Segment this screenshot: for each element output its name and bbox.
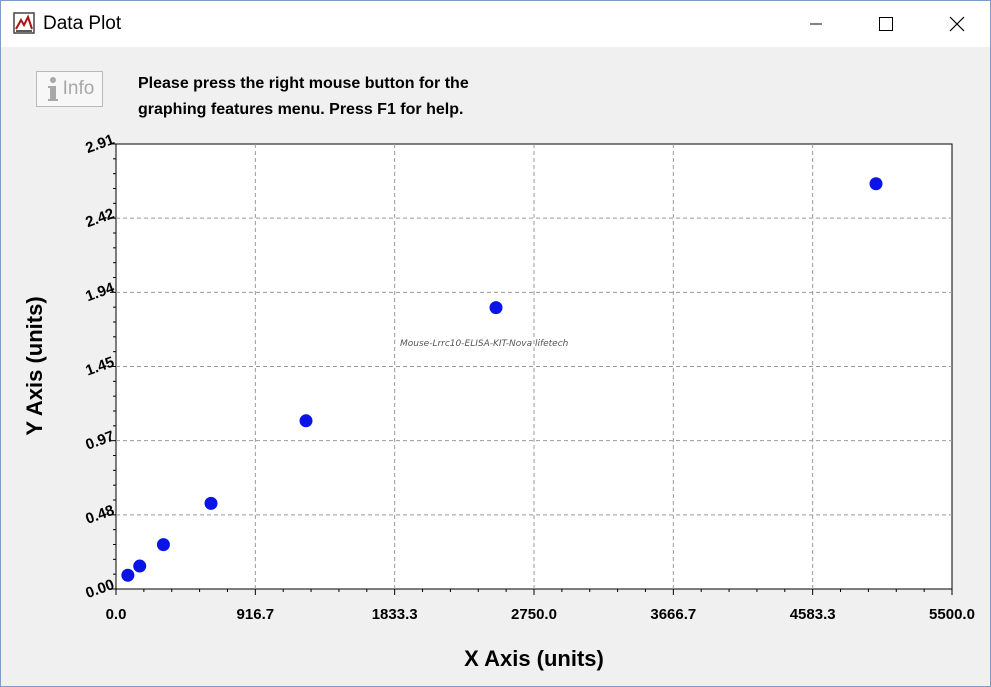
x-tick-label: 3666.7: [650, 606, 696, 623]
y-tick-labels: 0.00 0.48 0.97 1.45 1.94 2.42 2.91: [83, 131, 117, 602]
y-axis-title: Y Axis (units): [22, 296, 47, 435]
x-axis-title: X Axis (units): [464, 646, 604, 671]
data-point: [156, 538, 170, 552]
data-point: [869, 177, 883, 191]
y-tick-label: 0.48: [83, 502, 116, 528]
x-tick-label: 5500.0: [929, 606, 975, 623]
data-point: [299, 414, 313, 428]
x-tick-label: 0.0: [106, 606, 127, 623]
chart-annotation: Mouse-Lrrc10-ELISA-KIT-Nova lifetech: [400, 339, 569, 349]
data-point: [133, 559, 147, 573]
x-tick-label: 1833.3: [372, 606, 418, 623]
x-tick-label: 4583.3: [790, 606, 836, 623]
y-tick-label: 2.42: [83, 205, 116, 231]
y-tick-label: 0.00: [83, 576, 116, 602]
data-point: [121, 568, 135, 582]
x-tick-labels: 0.0 916.7 1833.3 2750.0 3666.7 4583.3 5500.0: [106, 606, 975, 623]
y-tick-label: 0.97: [83, 428, 116, 454]
data-point: [489, 301, 503, 315]
y-tick-label: 1.45: [83, 354, 116, 380]
y-tick-label: 2.91: [83, 131, 116, 157]
scatter-plot[interactable]: 0.0 916.7 1833.3 2750.0 3666.7 4583.3 5500.0 0…: [0, 0, 991, 687]
x-tick-label: 2750.0: [511, 606, 557, 623]
data-point: [204, 496, 218, 510]
y-tick-label: 1.94: [83, 279, 117, 305]
x-tick-label: 916.7: [237, 606, 275, 623]
